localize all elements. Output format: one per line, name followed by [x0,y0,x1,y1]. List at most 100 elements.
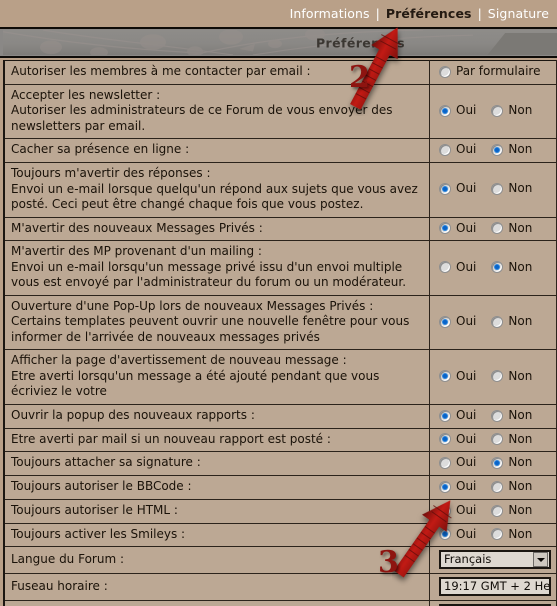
preferences-table: Autoriser les membres à me contacter par… [3,60,557,606]
radio-option[interactable]: Par formulaire [439,64,540,80]
radio-selected-icon[interactable] [491,457,504,469]
setting-label: Ouvrir la popup des nouveaux rapports : [4,404,430,429]
radio-option[interactable]: Non [491,314,532,330]
radio-option[interactable]: Non [491,260,532,276]
radio-selected-icon[interactable] [439,528,451,541]
radio-option[interactable]: Non [491,455,532,471]
radio-label: Oui [456,368,477,383]
dropdown-value: 19:17 GMT + 2 Heu [444,579,549,593]
radio-label: Oui [456,314,477,329]
table-row: M'avertir des MP provenant d'un mailing … [4,240,557,296]
radio-option[interactable]: Non [491,503,532,519]
radio-option[interactable]: Oui [439,432,476,448]
radio-selected-icon[interactable] [491,261,504,274]
radio-selected-icon[interactable] [439,370,451,383]
annotation-number-2: 2 [349,60,370,95]
radio-option[interactable]: Oui [439,527,476,543]
setting-label: Toujours autoriser le BBCode : [4,475,430,500]
setting-control: Par formulaire [429,60,557,85]
radio-unselected-icon[interactable] [491,370,504,383]
radio-option[interactable]: Non [491,221,532,237]
radio-label: Non [508,103,533,118]
setting-control: Oui Non [429,295,557,351]
profile-tabs: Informations | Préférences | Signature [284,6,557,21]
radio-option[interactable]: Oui [439,479,476,495]
radio-option[interactable]: Non [491,479,532,495]
setting-label: Toujours activer les Smileys : [4,523,430,548]
radio-selected-icon[interactable] [439,315,451,328]
radio-unselected-icon[interactable] [491,504,504,517]
table-row: Autoriser les membres à me contacter par… [4,60,557,85]
radio-option[interactable]: Oui [439,221,476,237]
radio-option[interactable]: Oui [439,103,476,119]
chevron-down-icon[interactable] [533,552,548,568]
radio-selected-icon[interactable] [491,144,504,156]
setting-label: M'avertir des MP provenant d'un mailing … [4,240,430,296]
radio-option[interactable]: Oui [439,408,476,424]
dropdown-select[interactable]: Français [439,550,551,570]
radio-selected-icon[interactable] [439,433,451,446]
radio-selected-icon[interactable] [439,104,451,117]
radio-unselected-icon[interactable] [439,261,451,274]
radio-option[interactable]: Non [491,527,532,543]
radio-unselected-icon[interactable] [491,104,504,117]
radio-selected-icon[interactable] [439,183,451,196]
tab-signature[interactable]: Signature [482,6,555,21]
radio-unselected-icon[interactable] [439,65,451,78]
radio-option[interactable]: Non [491,181,532,197]
table-row: Toujours m'avertir des réponses : Envoi u… [4,162,557,218]
dropdown-select[interactable]: 19:17 GMT + 2 Heu [439,577,551,597]
radio-label: Oui [456,407,477,422]
radio-unselected-icon[interactable] [491,433,504,446]
setting-control: Oui Non [429,240,557,296]
setting-label: M'avertir des nouveaux Messages Privés : [4,217,430,242]
radio-option[interactable]: Non [491,142,532,158]
table-row: Fuseau horaire : 19:17 GMT + 2 Heu [4,573,557,602]
radio-option[interactable]: Non [491,103,532,119]
radio-selected-icon[interactable] [439,480,451,493]
tab-preferences[interactable]: Préférences [380,6,478,21]
radio-selected-icon[interactable] [439,504,451,517]
radio-option[interactable]: Oui [439,181,476,197]
radio-selected-icon[interactable] [439,409,451,422]
table-row: Toujours attacher sa signature : Oui Non [4,451,557,476]
radio-label: Non [508,431,533,446]
radio-option[interactable]: Oui [439,503,476,519]
radio-selected-icon[interactable] [439,222,451,235]
radio-label: Oui [456,220,477,235]
radio-unselected-icon[interactable] [491,183,504,196]
preferences-page: Informations | Préférences | Signature P… [0,0,557,606]
radio-label: Oui [456,526,477,541]
radio-label: Non [508,181,533,196]
setting-control: Oui Non [429,404,557,429]
setting-label: Etre averti par mail si un nouveau rappo… [4,428,430,453]
radio-unselected-icon[interactable] [439,144,451,156]
table-row: Ouverture d'une Pop-Up lors de nouveaux … [4,295,557,351]
top-navigation-bar: Informations | Préférences | Signature [0,0,557,27]
radio-option[interactable]: Oui [439,314,476,330]
table-row: Format de la date :Lun 21 Juil 2009 [4,600,557,606]
table-row: Ouvrir la popup des nouveaux rapports :O… [4,404,557,429]
setting-label: Cacher sa présence en ligne : [4,138,430,163]
radio-option[interactable]: Oui [439,455,476,471]
radio-option[interactable]: Oui [439,369,476,385]
radio-label: Oui [456,181,477,196]
tab-informations[interactable]: Informations [284,6,376,21]
radio-unselected-icon[interactable] [439,457,451,469]
radio-label: Oui [456,259,477,274]
radio-unselected-icon[interactable] [491,480,504,493]
radio-unselected-icon[interactable] [491,528,504,541]
radio-label: Non [508,479,533,493]
radio-unselected-icon[interactable] [491,409,504,422]
radio-unselected-icon[interactable] [491,222,504,235]
table-row: Etre averti par mail si un nouveau rappo… [4,428,557,453]
radio-option[interactable]: Oui [439,260,476,276]
radio-unselected-icon[interactable] [491,315,504,328]
radio-option[interactable]: Oui [439,142,476,158]
radio-option[interactable]: Non [491,408,532,424]
radio-option[interactable]: Non [491,432,532,448]
setting-control: Oui Non [429,428,557,453]
radio-label: Non [508,502,533,517]
radio-option[interactable]: Non [491,369,532,385]
table-row: Accepter les newsletter : Autoriser les a… [4,84,557,140]
